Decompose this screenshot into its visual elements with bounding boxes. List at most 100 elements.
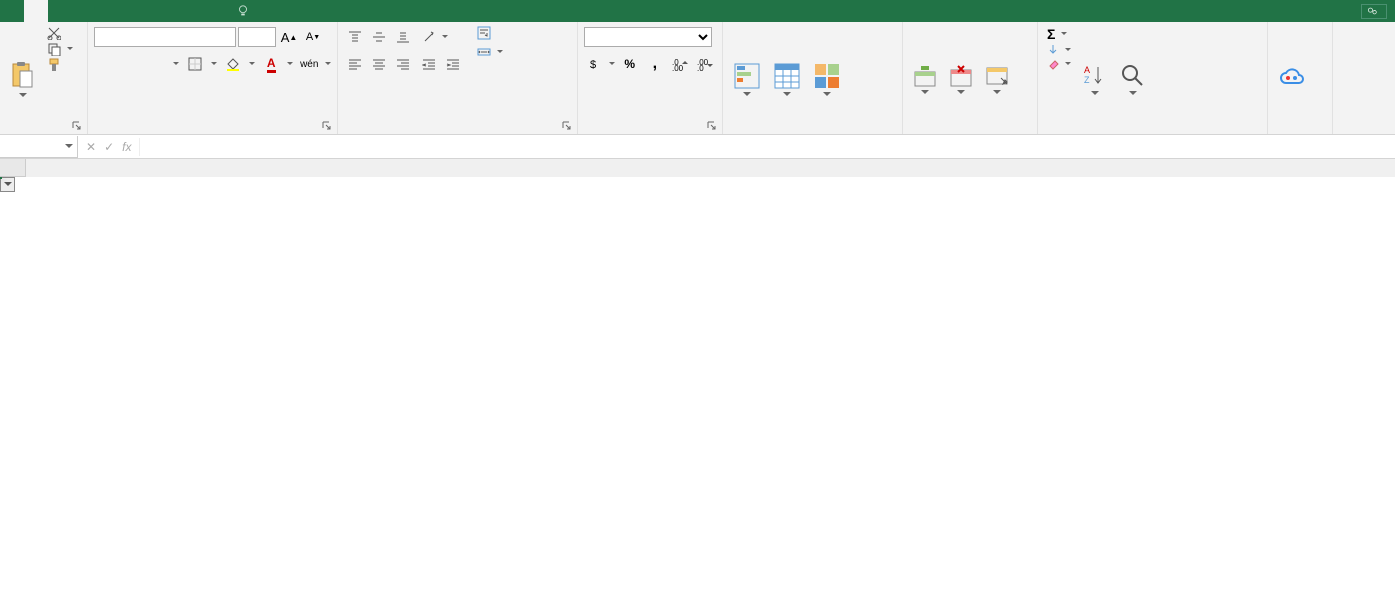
accept-formula-button[interactable]: ✓	[104, 140, 114, 154]
tab-layout[interactable]	[72, 0, 96, 22]
accounting-format-button[interactable]: $	[584, 53, 605, 75]
tab-home[interactable]	[24, 0, 48, 22]
search-icon	[1120, 63, 1146, 89]
svg-text:.0: .0	[697, 64, 704, 71]
dropdown-button[interactable]	[0, 177, 15, 192]
group-number: $ % , .0.00 .00.0	[578, 22, 723, 134]
tab-formulas[interactable]	[96, 0, 120, 22]
copy-button[interactable]	[44, 41, 76, 57]
autosum-button[interactable]: Σ	[1044, 25, 1074, 43]
chevron-down-icon[interactable]	[173, 62, 179, 66]
cut-button[interactable]	[44, 25, 76, 41]
chevron-down-icon	[65, 144, 73, 148]
group-cells	[903, 22, 1038, 134]
font-size-select[interactable]	[238, 27, 276, 47]
decrease-font-button[interactable]: A▼	[302, 26, 324, 48]
share-icon	[1367, 6, 1378, 17]
orientation-button[interactable]	[418, 26, 440, 48]
sort-filter-button[interactable]: AZ	[1078, 25, 1112, 134]
decrease-indent-button[interactable]	[418, 53, 440, 75]
chevron-down-icon[interactable]	[609, 62, 615, 66]
font-name-select[interactable]	[94, 27, 236, 47]
paste-button[interactable]	[6, 25, 40, 134]
chevron-down-icon[interactable]	[211, 62, 217, 66]
format-painter-button[interactable]	[44, 57, 76, 73]
delete-cells-button[interactable]	[945, 25, 977, 134]
chevron-down-icon[interactable]	[325, 62, 331, 66]
chevron-down-icon[interactable]	[442, 35, 448, 39]
name-box[interactable]	[0, 136, 78, 158]
validation-dropdown	[0, 177, 2, 179]
increase-indent-button[interactable]	[442, 53, 464, 75]
fill-color-button[interactable]	[223, 53, 243, 75]
insert-cells-button[interactable]	[909, 25, 941, 134]
increase-font-button[interactable]: A▲	[278, 26, 300, 48]
italic-button[interactable]	[120, 53, 140, 75]
svg-text:$: $	[590, 59, 596, 71]
dialog-launcher-icon[interactable]	[706, 120, 718, 132]
align-right-button[interactable]	[392, 53, 414, 75]
bold-button[interactable]	[94, 53, 114, 75]
cell-styles-button[interactable]	[809, 25, 845, 134]
group-alignment	[338, 22, 578, 134]
chevron-down-icon	[1061, 32, 1067, 36]
table-format-button[interactable]	[769, 25, 805, 134]
font-color-button[interactable]: A	[261, 53, 281, 75]
percent-button[interactable]: %	[619, 53, 640, 75]
ribbon-tabs	[0, 0, 216, 22]
tab-file[interactable]	[0, 0, 24, 22]
chevron-down-icon	[19, 93, 27, 97]
merge-center-button[interactable]	[474, 44, 506, 60]
chevron-down-icon[interactable]	[249, 62, 255, 66]
chevron-down-icon	[823, 92, 831, 96]
fill-down-icon	[1047, 44, 1059, 56]
number-format-select[interactable]	[584, 27, 712, 47]
share-button[interactable]	[1361, 4, 1387, 19]
tab-review[interactable]	[144, 0, 168, 22]
clear-button[interactable]	[1044, 57, 1074, 71]
dialog-launcher-icon[interactable]	[71, 120, 83, 132]
tab-insert[interactable]	[48, 0, 72, 22]
cloud-icon	[1278, 65, 1306, 93]
group-font: A▲ A▼ A wén	[88, 22, 338, 134]
phonetic-button[interactable]: wén	[299, 53, 319, 75]
find-select-button[interactable]	[1116, 25, 1150, 134]
fill-button[interactable]	[1044, 43, 1074, 57]
table-icon	[773, 62, 801, 90]
align-bottom-button[interactable]	[392, 26, 414, 48]
border-button[interactable]	[185, 53, 205, 75]
align-center-button[interactable]	[368, 53, 390, 75]
insert-icon	[913, 64, 937, 88]
cancel-formula-button[interactable]: ✕	[86, 140, 96, 154]
tab-view[interactable]	[168, 0, 192, 22]
chevron-down-icon[interactable]	[287, 62, 293, 66]
fx-button[interactable]: fx	[122, 140, 131, 154]
select-all-button[interactable]	[0, 159, 26, 177]
chevron-down-icon	[783, 92, 791, 96]
decrease-decimal-button[interactable]: .00.0	[695, 53, 716, 75]
underline-button[interactable]	[147, 53, 167, 75]
comma-button[interactable]: ,	[644, 53, 665, 75]
ribbon: A▲ A▼ A wén	[0, 22, 1395, 135]
dialog-launcher-icon[interactable]	[561, 120, 573, 132]
align-middle-button[interactable]	[368, 26, 390, 48]
svg-text:.00: .00	[672, 64, 684, 71]
group-editing: Σ AZ	[1038, 22, 1268, 134]
increase-decimal-button[interactable]: .0.00	[670, 53, 691, 75]
formula-bar-row: ✕ ✓ fx	[0, 135, 1395, 159]
tell-me-input[interactable]	[236, 4, 254, 18]
eraser-icon	[1047, 58, 1059, 70]
wrap-text-button[interactable]	[474, 25, 506, 41]
formula-input[interactable]	[139, 138, 1387, 156]
tab-data[interactable]	[120, 0, 144, 22]
align-left-button[interactable]	[344, 53, 366, 75]
chevron-down-icon	[497, 50, 503, 54]
group-styles	[723, 22, 903, 134]
conditional-format-button[interactable]	[729, 25, 765, 134]
tab-baidu[interactable]	[192, 0, 216, 22]
format-cells-button[interactable]	[981, 25, 1013, 134]
dialog-launcher-icon[interactable]	[321, 120, 333, 132]
align-top-button[interactable]	[344, 26, 366, 48]
chevron-down-icon	[1091, 91, 1099, 95]
save-baidu-button[interactable]	[1274, 25, 1310, 134]
